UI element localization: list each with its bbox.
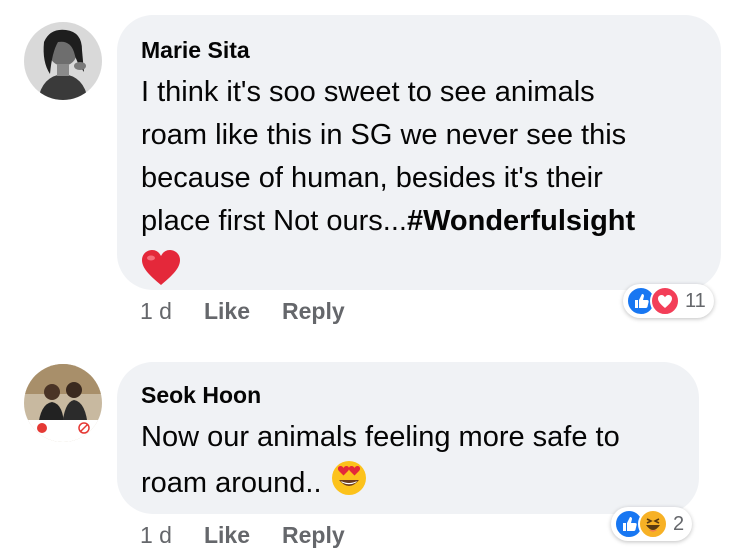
comment-actions: 1 d Like Reply <box>140 298 377 325</box>
comment-bubble: Seok Hoon Now our animals feeling more s… <box>117 362 699 514</box>
heart-emoji <box>141 249 697 291</box>
comment-actions: 1 d Like Reply <box>140 522 377 549</box>
like-button[interactable]: Like <box>204 522 250 549</box>
haha-reaction-icon <box>638 509 668 539</box>
avatar[interactable] <box>24 22 102 100</box>
comment-bubble: Marie Sita I think it's soo sweet to see… <box>117 15 721 290</box>
heart-eyes-emoji <box>330 459 368 510</box>
reply-button[interactable]: Reply <box>282 522 345 549</box>
hashtag-link[interactable]: #Wonderfulsight <box>407 205 635 237</box>
comment-timestamp[interactable]: 1 d <box>140 522 172 549</box>
reply-button[interactable]: Reply <box>282 298 345 325</box>
comment-author[interactable]: Marie Sita <box>141 35 697 65</box>
comment-text-main: Now our animals feeling more safe to roa… <box>141 421 620 500</box>
love-reaction-icon <box>650 286 680 316</box>
comment: Seok Hoon Now our animals feeling more s… <box>0 340 750 558</box>
comment-timestamp[interactable]: 1 d <box>140 298 172 325</box>
reaction-count: 11 <box>685 289 706 312</box>
comment: Marie Sita I think it's soo sweet to see… <box>0 0 750 340</box>
like-button[interactable]: Like <box>204 298 250 325</box>
reactions-summary[interactable]: 11 <box>623 284 714 318</box>
reactions-summary[interactable]: 2 <box>611 507 693 541</box>
comment-author[interactable]: Seok Hoon <box>141 380 675 410</box>
comments-page: Marie Sita I think it's soo sweet to see… <box>0 0 750 558</box>
comment-text: I think it's soo sweet to see animals ro… <box>141 71 697 243</box>
reaction-count: 2 <box>673 512 685 535</box>
avatar[interactable] <box>24 364 102 442</box>
comment-text: Now our animals feeling more safe to roa… <box>141 416 675 510</box>
